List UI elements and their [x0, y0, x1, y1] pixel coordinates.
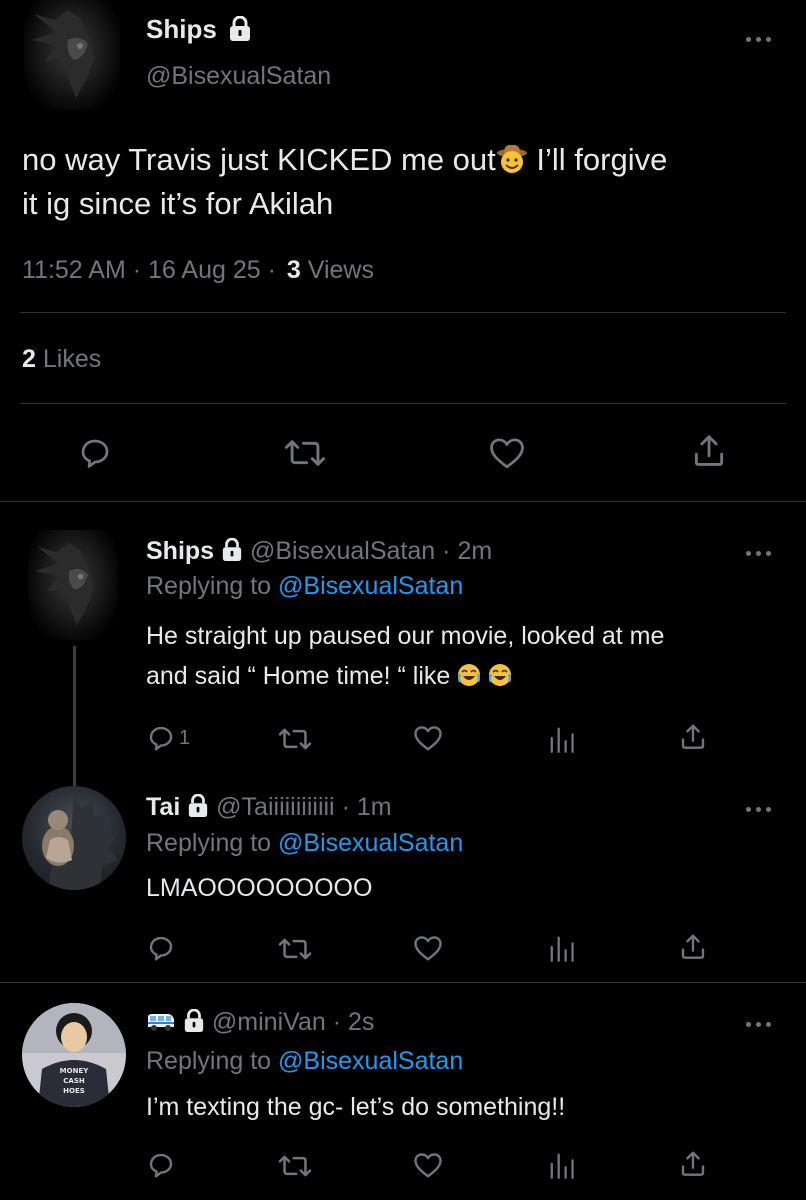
share-button[interactable]	[678, 1149, 708, 1179]
lock-icon	[230, 16, 251, 42]
tweet-text: no way Travis just KICKED me out I’ll fo…	[22, 138, 792, 226]
minibus-emoji-icon	[148, 1014, 174, 1031]
retweet-button[interactable]	[284, 436, 326, 470]
retweet-button[interactable]	[278, 725, 312, 753]
replying-to-link[interactable]: @BisexualSatan	[278, 829, 463, 857]
tweet-date[interactable]: 16 Aug 25	[148, 256, 261, 284]
crying-laughing-emoji-icon	[458, 664, 481, 686]
share-button[interactable]	[678, 932, 708, 962]
likes-stat[interactable]: 2 Likes	[22, 345, 101, 374]
reply-count: 1	[179, 726, 191, 749]
display-name[interactable]: Tai	[146, 793, 180, 821]
replying-to: Replying to @BisexualSatan	[146, 829, 464, 857]
divider	[20, 403, 786, 404]
avatar-shirt-text: MONEY CASH HOES	[59, 1067, 89, 1095]
views-label: Views	[307, 256, 374, 284]
reply-header: Tai @Taiiiiiiiiiiii · 1m	[146, 793, 392, 821]
tweet-time[interactable]: 11:52 AM	[22, 256, 126, 284]
crying-laughing-emoji-icon	[489, 664, 512, 686]
more-options-icon[interactable]	[746, 548, 774, 558]
retweet-button[interactable]	[278, 935, 312, 963]
reply-icon	[149, 726, 173, 751]
reply-header: @miniVan · 2s	[146, 1008, 374, 1037]
cowboy-emoji-icon	[496, 144, 527, 173]
replying-to: Replying to @BisexualSatan	[146, 572, 464, 600]
analytics-icon	[550, 727, 574, 753]
avatar[interactable]	[28, 530, 118, 640]
heart-icon	[414, 1153, 442, 1178]
reply-icon	[149, 936, 173, 961]
avatar[interactable]	[24, 0, 120, 110]
reply-icon	[149, 1153, 173, 1178]
retweet-icon	[278, 1155, 312, 1177]
analytics-button[interactable]	[547, 724, 575, 754]
reply-time[interactable]: 2m	[457, 537, 492, 565]
divider	[20, 312, 786, 313]
like-button[interactable]	[413, 934, 443, 962]
reply-button[interactable]: 1	[146, 723, 190, 753]
retweet-icon	[278, 728, 312, 750]
retweet-icon	[284, 440, 326, 466]
like-button[interactable]	[413, 1151, 443, 1179]
likes-count: 2	[22, 345, 36, 373]
reply-text: LMAOOOOOOOOO	[146, 874, 373, 902]
more-options-icon[interactable]	[746, 1019, 774, 1029]
reply-text: He straight up paused our movie, looked …	[146, 616, 786, 696]
like-button[interactable]	[413, 724, 443, 752]
retweet-icon	[278, 938, 312, 960]
tweet-text-line-1: no way Travis just KICKED me out I’ll fo…	[22, 142, 668, 177]
lock-icon	[184, 1009, 204, 1033]
lock-icon	[222, 538, 242, 562]
share-icon	[681, 1151, 705, 1176]
avatar[interactable]	[22, 786, 126, 890]
author-name-row: Ships	[146, 14, 252, 45]
author-handle[interactable]: @Taiiiiiiiiiiii	[216, 793, 334, 821]
sonic-avatar-image	[35, 542, 94, 626]
display-name[interactable]: Ships	[146, 537, 214, 565]
divider	[0, 982, 806, 983]
share-button[interactable]	[690, 432, 728, 470]
reply-header: Ships @BisexualSatan · 2m	[146, 537, 493, 565]
retweet-button[interactable]	[278, 1152, 312, 1180]
heart-icon	[490, 438, 524, 469]
share-icon	[694, 435, 724, 466]
lock-icon	[189, 794, 208, 818]
reply-button[interactable]	[146, 1150, 176, 1180]
tweet-text-line-2: it ig since it’s for Akilah	[22, 186, 334, 221]
reply-button[interactable]	[76, 435, 114, 471]
thread-line	[73, 646, 76, 786]
heart-icon	[414, 726, 442, 751]
author-handle[interactable]: @BisexualSatan	[250, 537, 435, 565]
reply-text: I’m texting the gc- let’s do something!!	[146, 1093, 566, 1121]
replying-to: Replying to @BisexualSatan	[146, 1047, 464, 1075]
author-handle[interactable]: @BisexualSatan	[146, 62, 331, 91]
analytics-button[interactable]	[547, 933, 575, 963]
display-name[interactable]: Ships	[146, 14, 217, 44]
analytics-button[interactable]	[547, 1150, 575, 1180]
share-icon	[681, 724, 705, 749]
like-button[interactable]	[488, 436, 526, 470]
author-handle[interactable]: @miniVan	[212, 1008, 326, 1036]
reply-button[interactable]	[146, 933, 176, 963]
views-count: 3	[286, 256, 301, 284]
more-options-icon[interactable]	[746, 804, 774, 814]
replying-to-link[interactable]: @BisexualSatan	[278, 1047, 463, 1075]
godzilla-avatar-image	[42, 796, 118, 890]
reply-text-line-2: and said “ Home time! “ like	[146, 656, 786, 696]
avatar[interactable]: MONEY CASH HOES	[22, 1003, 126, 1107]
sonic-avatar-image	[32, 10, 94, 98]
divider	[0, 501, 806, 502]
reply-time[interactable]: 1m	[357, 793, 392, 821]
reply-time[interactable]: 2s	[348, 1008, 374, 1036]
heart-icon	[414, 936, 442, 961]
analytics-icon	[550, 936, 574, 962]
tweet-meta: 11:52 AM · 16 Aug 25 · 3 Views	[22, 256, 374, 284]
share-button[interactable]	[678, 722, 708, 752]
share-icon	[681, 934, 705, 959]
replying-to-link[interactable]: @BisexualSatan	[278, 572, 463, 600]
more-options-icon[interactable]	[746, 34, 774, 44]
likes-label: Likes	[42, 345, 102, 373]
analytics-icon	[550, 1153, 574, 1179]
reply-icon	[81, 439, 109, 468]
